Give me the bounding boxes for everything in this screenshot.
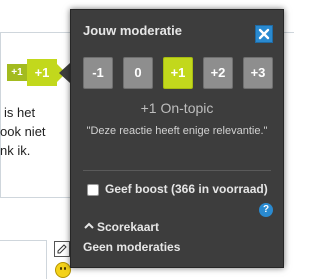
close-button[interactable] [255, 25, 273, 43]
boost-label[interactable]: Geef boost (366 in voorraad) [105, 182, 268, 196]
help-icon[interactable]: ? [259, 203, 273, 217]
popup-divider [83, 170, 271, 171]
bg-text-line-1: is het [4, 105, 36, 120]
bg-text-line-3: nk ik. [0, 143, 31, 158]
moderation-popup: Jouw moderatie -1 0 +1 +2 +3 +1 On-topic… [70, 9, 284, 268]
vote-button-plus-3[interactable]: +3 [243, 57, 273, 89]
selected-vote-label: +1 On-topic [140, 100, 214, 116]
selected-vote-description: "Deze reactie heeft enige relevantie." [86, 125, 268, 137]
close-icon [258, 28, 270, 40]
vote-button-plus-2[interactable]: +2 [203, 57, 233, 89]
bg-text-line-2: ook niet [0, 124, 46, 139]
no-moderations-text: Geen moderaties [83, 240, 181, 254]
score-small-badge: +1 [7, 64, 27, 81]
popup-pointer [59, 63, 70, 83]
bg-divider-mid [0, 197, 70, 198]
bg-textbox[interactable] [0, 240, 47, 279]
vote-button-row: -1 0 +1 +2 +3 [83, 57, 273, 89]
scorecard-label: Scorekaart [97, 220, 160, 234]
vote-button-minus-1[interactable]: -1 [83, 57, 113, 89]
chevron-up-icon [84, 222, 94, 229]
vote-button-plus-1[interactable]: +1 [163, 57, 193, 89]
bg-border-left [0, 32, 1, 198]
popup-title: Jouw moderatie [83, 23, 182, 38]
smiley-icon[interactable] [55, 262, 71, 278]
edit-icon[interactable] [54, 241, 70, 257]
boost-checkbox[interactable] [87, 184, 99, 196]
score-big-badge[interactable]: +1 [27, 59, 57, 86]
vote-button-0[interactable]: 0 [123, 57, 153, 89]
